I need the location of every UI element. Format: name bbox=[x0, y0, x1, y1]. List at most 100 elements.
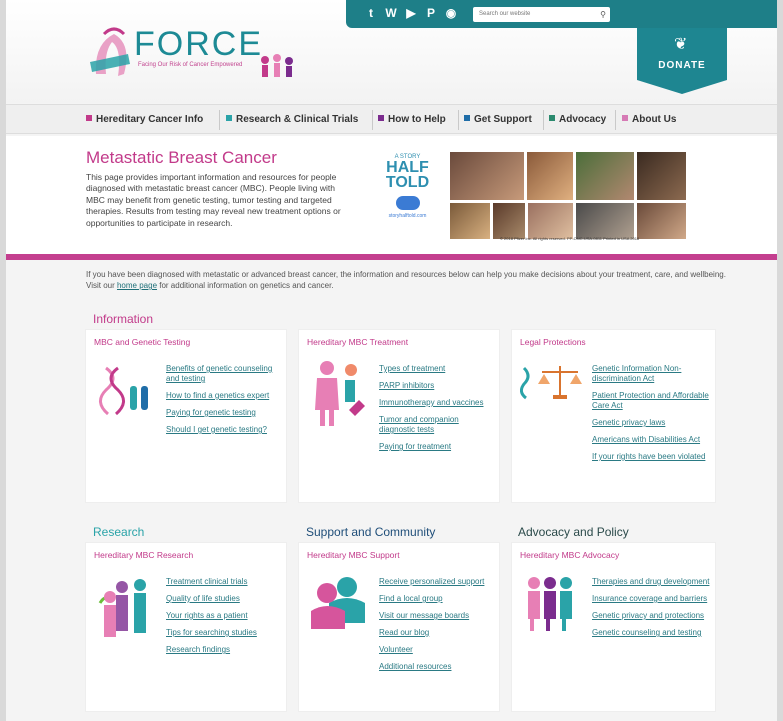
twitter-icon[interactable]: t bbox=[364, 5, 378, 21]
link-list: Types of treatment PARP inhibitors Immun… bbox=[379, 364, 491, 459]
link[interactable]: Immunotherapy and vaccines bbox=[379, 398, 491, 408]
justice-scale-icon bbox=[520, 366, 582, 400]
social-bar: t W ▶ P ◉ Search our website ⚲ bbox=[346, 0, 777, 28]
research-people-icon bbox=[98, 579, 146, 637]
section-title-research: Research bbox=[93, 525, 145, 539]
nav-advocacy[interactable]: Advocacy bbox=[549, 114, 606, 125]
nav-get-support[interactable]: Get Support bbox=[464, 114, 532, 125]
link[interactable]: Should I get genetic testing? bbox=[166, 425, 278, 435]
section-title-support: Support and Community bbox=[306, 525, 436, 539]
pfizer-logo-icon bbox=[395, 196, 420, 210]
link[interactable]: Genetic privacy laws bbox=[592, 418, 710, 428]
nav-square-icon bbox=[549, 115, 555, 121]
nav-how-to-help[interactable]: How to Help bbox=[378, 114, 446, 125]
home-page-link[interactable]: home page bbox=[117, 281, 157, 290]
photo-caption: © 2018 Pfizer Inc. All rights reserved. … bbox=[500, 236, 640, 241]
card-title[interactable]: Hereditary MBC Support bbox=[307, 550, 400, 560]
search-icon[interactable]: ⚲ bbox=[600, 7, 606, 22]
card-mbc-research: Hereditary MBC Research Treatment clinic… bbox=[85, 542, 287, 712]
nav-divider bbox=[372, 110, 373, 130]
story-half-told-ad[interactable]: A STORY HALF TOLD storyhalftold.com bbox=[370, 154, 445, 249]
youtube-icon[interactable]: ▶ bbox=[404, 5, 418, 21]
awareness-ribbon-icon: ❦ bbox=[674, 36, 688, 53]
hero-description: This page provides important information… bbox=[86, 172, 341, 228]
page: FORCE Facing Our Risk of Cancer Empowere… bbox=[6, 0, 777, 721]
link[interactable]: Tips for searching studies bbox=[166, 628, 278, 638]
section-title-advocacy: Advocacy and Policy bbox=[518, 525, 629, 539]
nav-label: Get Support bbox=[474, 114, 532, 125]
story-main-2: TOLD bbox=[385, 174, 430, 191]
story-url: storyhalftold.com bbox=[388, 213, 427, 219]
link[interactable]: PARP inhibitors bbox=[379, 381, 491, 391]
instagram-icon[interactable]: ◉ bbox=[444, 5, 458, 21]
hero: Metastatic Breast Cancer This page provi… bbox=[6, 136, 777, 254]
nav-divider bbox=[543, 110, 544, 130]
link[interactable]: Research findings bbox=[166, 645, 278, 655]
link[interactable]: Treatment clinical trials bbox=[166, 577, 278, 587]
link[interactable]: Insurance coverage and barriers bbox=[592, 594, 710, 604]
link[interactable]: Additional resources bbox=[379, 662, 491, 672]
photo bbox=[527, 202, 574, 240]
link[interactable]: Therapies and drug development bbox=[592, 577, 710, 587]
link[interactable]: Genetic privacy and protections bbox=[592, 611, 710, 621]
link[interactable]: Patient Protection and Affordable Care A… bbox=[592, 391, 710, 411]
photo bbox=[636, 151, 687, 201]
link[interactable]: Volunteer bbox=[379, 645, 491, 655]
main-nav: Hereditary Cancer Info Research & Clinic… bbox=[6, 104, 777, 134]
nav-about-us[interactable]: About Us bbox=[622, 114, 676, 125]
photo bbox=[449, 151, 525, 201]
nav-square-icon bbox=[464, 115, 470, 121]
nav-square-icon bbox=[226, 115, 232, 121]
nav-label: Advocacy bbox=[559, 114, 607, 125]
link[interactable]: Genetic Information Non-discrimination A… bbox=[592, 364, 710, 384]
card-title[interactable]: MBC and Genetic Testing bbox=[94, 337, 190, 347]
card-title[interactable]: Legal Protections bbox=[520, 337, 586, 347]
link[interactable]: Benefits of genetic counseling and testi… bbox=[166, 364, 278, 384]
link[interactable]: Receive personalized support bbox=[379, 577, 491, 587]
people-figures-icon bbox=[261, 54, 293, 77]
nav-label: About Us bbox=[632, 114, 677, 125]
donate-label: DONATE bbox=[658, 60, 706, 71]
nav-label: How to Help bbox=[388, 114, 446, 125]
force-logo[interactable]: FORCE Facing Our Risk of Cancer Empowere… bbox=[84, 22, 304, 92]
link[interactable]: Americans with Disabilities Act bbox=[592, 435, 710, 445]
card-mbc-advocacy: Hereditary MBC Advocacy Therapies and dr… bbox=[511, 542, 716, 712]
link[interactable]: Paying for genetic testing bbox=[166, 408, 278, 418]
link[interactable]: Quality of life studies bbox=[166, 594, 278, 604]
pinterest-icon[interactable]: P bbox=[424, 5, 438, 21]
link[interactable]: Paying for treatment bbox=[379, 442, 491, 452]
logo-tagline: Facing Our Risk of Cancer Empowered bbox=[138, 62, 243, 68]
photo bbox=[449, 202, 491, 240]
link[interactable]: Find a local group bbox=[379, 594, 491, 604]
link[interactable]: If your rights have been violated bbox=[592, 452, 710, 462]
link[interactable]: Visit our message boards bbox=[379, 611, 491, 621]
link-list: Therapies and drug development Insurance… bbox=[592, 577, 710, 645]
card-mbc-support: Hereditary MBC Support Receive personali… bbox=[298, 542, 500, 712]
link[interactable]: How to find a genetics expert bbox=[166, 391, 278, 401]
photo bbox=[575, 202, 635, 240]
link[interactable]: Types of treatment bbox=[379, 364, 491, 374]
donate-button[interactable]: ❦ DONATE bbox=[637, 24, 727, 94]
link[interactable]: Genetic counseling and testing bbox=[592, 628, 710, 638]
link[interactable]: Your rights as a patient bbox=[166, 611, 278, 621]
nav-hereditary-cancer-info[interactable]: Hereditary Cancer Info bbox=[86, 114, 203, 125]
search-box[interactable]: Search our website ⚲ bbox=[473, 7, 610, 22]
card-title[interactable]: Hereditary MBC Advocacy bbox=[520, 550, 619, 560]
nav-research-clinical-trials[interactable]: Research & Clinical Trials bbox=[226, 114, 358, 125]
advocacy-group-icon bbox=[528, 577, 572, 631]
nav-square-icon bbox=[86, 115, 92, 121]
photo bbox=[526, 151, 574, 201]
search-input[interactable]: Search our website bbox=[479, 11, 530, 17]
wordpress-icon[interactable]: W bbox=[384, 5, 398, 21]
card-title[interactable]: Hereditary MBC Research bbox=[94, 550, 193, 560]
nav-divider bbox=[458, 110, 459, 130]
card-mbc-genetic-testing: MBC and Genetic Testing Benefits of gene… bbox=[85, 329, 287, 503]
photo bbox=[636, 202, 687, 240]
photo-collage bbox=[449, 151, 687, 242]
card-title[interactable]: Hereditary MBC Treatment bbox=[307, 337, 408, 347]
card-mbc-treatment: Hereditary MBC Treatment Types of treatm… bbox=[298, 329, 500, 503]
link[interactable]: Tumor and companion diagnostic tests bbox=[379, 415, 491, 435]
link[interactable]: Read our blog bbox=[379, 628, 491, 638]
photo bbox=[575, 151, 635, 201]
link-list: Treatment clinical trials Quality of lif… bbox=[166, 577, 278, 662]
